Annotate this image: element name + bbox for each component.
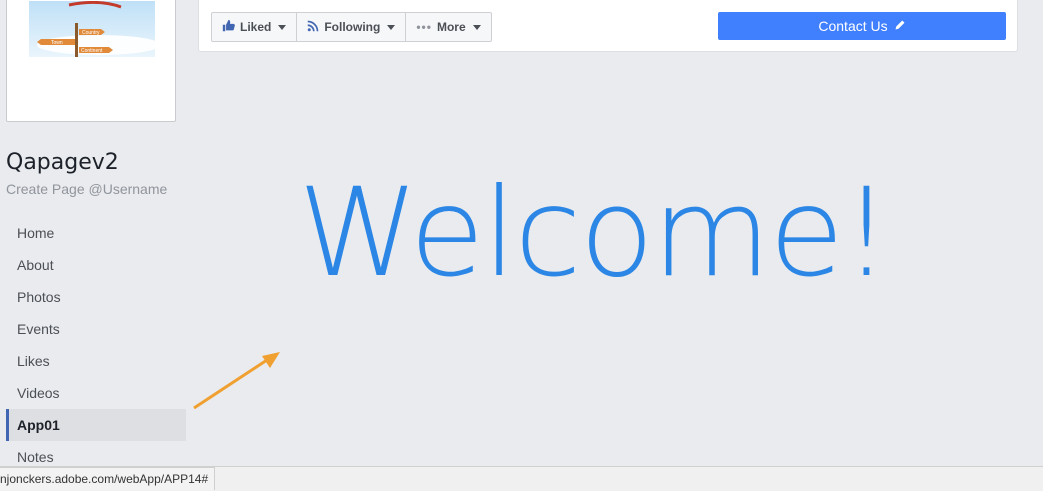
contact-us-button[interactable]: Contact Us bbox=[718, 12, 1006, 40]
more-button[interactable]: ••• More bbox=[406, 13, 490, 41]
page-username-link[interactable]: Create Page @Username bbox=[6, 181, 167, 197]
chevron-down-icon bbox=[278, 24, 287, 30]
sidebar-nav: Home About Photos Events Likes Videos Ap… bbox=[6, 217, 186, 473]
sidebar-item-home[interactable]: Home bbox=[6, 217, 186, 249]
rss-icon bbox=[307, 20, 319, 35]
pencil-icon bbox=[894, 18, 906, 34]
chevron-down-icon bbox=[472, 24, 481, 30]
sidebar-item-videos[interactable]: Videos bbox=[6, 377, 186, 409]
sidebar-item-likes[interactable]: Likes bbox=[6, 345, 186, 377]
liked-button[interactable]: Liked bbox=[212, 13, 298, 41]
status-url: njonckers.adobe.com/webApp/APP14# bbox=[0, 467, 216, 490]
page-action-bar: Liked Following ••• More Contact Us bbox=[198, 0, 1018, 52]
svg-text:Continent: Continent bbox=[81, 48, 103, 54]
chevron-down-icon bbox=[387, 24, 396, 30]
svg-text:Country: Country bbox=[82, 30, 100, 36]
following-label: Following bbox=[324, 20, 381, 34]
liked-label: Liked bbox=[240, 20, 272, 34]
action-button-group: Liked Following ••• More bbox=[211, 12, 492, 42]
page-title[interactable]: Qapagev2 bbox=[6, 150, 119, 175]
profile-picture-frame[interactable]: Country Town Continent bbox=[6, 0, 176, 122]
sidebar-item-about[interactable]: About bbox=[6, 249, 186, 281]
sidebar-item-photos[interactable]: Photos bbox=[6, 281, 186, 313]
welcome-heading: Welcome! bbox=[298, 162, 891, 304]
sidebar-item-app01[interactable]: App01 bbox=[6, 409, 186, 441]
svg-text:Town: Town bbox=[51, 40, 63, 46]
browser-status-bar: njonckers.adobe.com/webApp/APP14# bbox=[0, 466, 1043, 491]
contact-us-label: Contact Us bbox=[818, 18, 888, 34]
thumbs-up-icon bbox=[222, 19, 235, 35]
more-label: More bbox=[436, 20, 466, 34]
profile-picture: Country Town Continent bbox=[29, 1, 155, 57]
annotation-arrow-icon bbox=[193, 352, 280, 410]
ellipsis-icon: ••• bbox=[416, 20, 432, 34]
following-button[interactable]: Following bbox=[297, 13, 407, 41]
sidebar-item-events[interactable]: Events bbox=[6, 313, 186, 345]
